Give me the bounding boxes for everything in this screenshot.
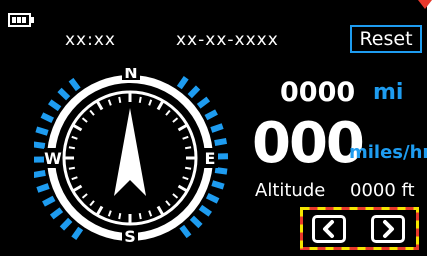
heading-scale-segment [196, 96, 211, 109]
time-display: xx:xx [65, 30, 116, 50]
compass-tick [68, 166, 76, 170]
heading-scale-segment [214, 166, 228, 175]
compass-tick [172, 117, 179, 123]
previous-button[interactable] [312, 215, 346, 243]
heading-scale-segment [36, 183, 50, 193]
heading-scale-segment [189, 215, 203, 229]
heading-scale-segment [214, 138, 228, 147]
compass-tick [107, 210, 112, 217]
device-screen: xx:xx xx-xx-xxxx Reset N E S W 0000 mi 0… [0, 0, 427, 256]
heading-scale-segment [68, 77, 81, 92]
battery-full-icon [8, 13, 34, 27]
compass-tick [89, 109, 95, 116]
heading-scale-segment [49, 207, 64, 220]
compass-tick [72, 184, 83, 193]
compass-tick [81, 117, 88, 123]
north-arrow-icon [114, 108, 146, 196]
compass-tick [107, 99, 112, 106]
compass-tick [177, 184, 188, 193]
heading-scale-segment [34, 169, 46, 178]
pointer-marker [418, 0, 432, 9]
heading-scale-segment [211, 180, 225, 190]
compass-tick [118, 212, 122, 220]
heading-scale-segment [34, 141, 46, 150]
compass-label-north: N [124, 68, 137, 82]
compass-tick [148, 99, 153, 106]
compass-tick [172, 193, 179, 199]
compass-tick [182, 135, 189, 140]
heading-scale-segment [179, 224, 192, 239]
compass-label-west: W [44, 149, 62, 168]
heading-scale-segment [40, 112, 55, 123]
compass-tick [89, 200, 95, 207]
altitude-label: Altitude [255, 180, 326, 201]
heading-scale-segment [204, 109, 218, 121]
distance-value: 0000 [280, 77, 356, 108]
compass-label-south: S [124, 227, 136, 246]
compass-tick [71, 176, 78, 181]
compass-tick [156, 100, 165, 111]
compass-tick [138, 212, 142, 220]
date-display: xx-xx-xxxx [176, 30, 279, 50]
chevron-right-icon [383, 220, 394, 238]
chevron-left-icon [323, 220, 334, 238]
compass-tick [182, 176, 189, 181]
heading-scale-segment [42, 195, 56, 207]
compass-tick [81, 193, 88, 199]
heading-scale-segment [71, 226, 84, 240]
compass-tick [184, 146, 192, 150]
compass-tick [71, 135, 78, 140]
reset-button[interactable]: Reset [350, 25, 422, 53]
compass-tick [95, 100, 104, 111]
heading-scale-segment [205, 193, 220, 204]
next-button[interactable] [371, 215, 405, 243]
compass-tick [95, 205, 104, 216]
altitude-value: 0000 ft [350, 180, 415, 201]
compass-tick [156, 205, 165, 216]
compass-tick [177, 123, 188, 132]
compass-tick [118, 96, 122, 104]
heading-scale-segment [198, 204, 212, 217]
compass-tick [68, 146, 76, 150]
heading-scale-segment [48, 99, 62, 112]
heading-scale-segment [176, 76, 189, 90]
compass: N E S W [34, 68, 229, 246]
speed-value: 000 [252, 111, 365, 176]
compass-tick [72, 123, 83, 132]
heading-scale-segment [187, 85, 201, 99]
heading-scale-segment [59, 217, 73, 231]
compass-tick [165, 200, 171, 207]
heading-scale-segment [210, 123, 224, 133]
compass-tick [165, 109, 171, 116]
compass-tick [148, 210, 153, 217]
distance-unit: mi [373, 80, 404, 105]
compass-label-east: E [205, 149, 216, 168]
heading-scale-segment [57, 87, 71, 101]
compass-tick [184, 166, 192, 170]
compass-tick [138, 96, 142, 104]
heading-scale-segment [35, 126, 49, 136]
speed-unit: miles/hr [349, 142, 427, 163]
